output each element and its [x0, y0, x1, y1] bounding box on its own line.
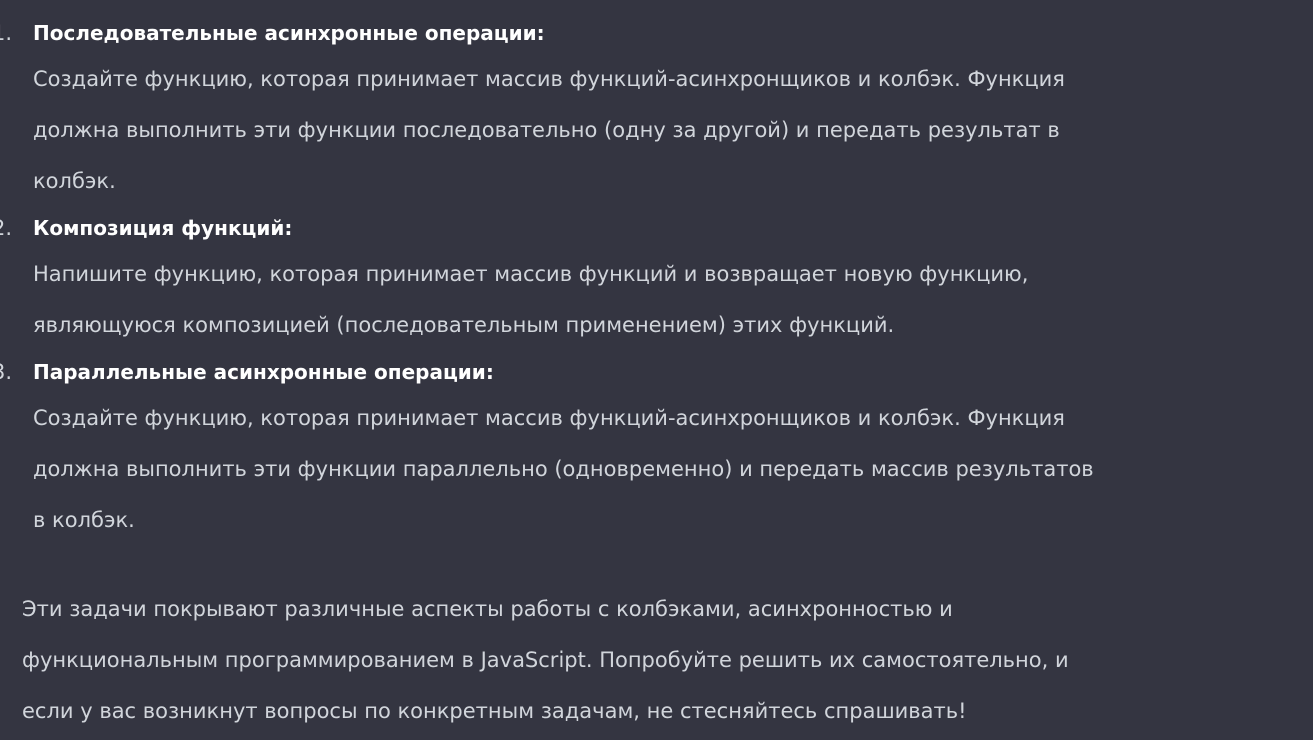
summary-line: функциональным программированием в JavaS…: [22, 648, 1069, 672]
list-item: 1. Последовательные асинхронные операции…: [0, 12, 1300, 207]
item-number: 3.: [0, 360, 13, 384]
item-description: Напишите функцию, которая принимает масс…: [33, 249, 1300, 351]
description-line: колбэк.: [33, 169, 116, 193]
description-line: Создайте функцию, которая принимает масс…: [33, 67, 1065, 91]
list-item: 2. Композиция функций: Напишите функцию,…: [0, 207, 1300, 351]
list-item: 3. Параллельные асинхронные операции: Со…: [0, 351, 1300, 546]
description-line: в колбэк.: [33, 508, 135, 532]
item-number: 2.: [0, 216, 13, 240]
item-description: Создайте функцию, которая принимает масс…: [33, 393, 1300, 546]
description-line: являющуюся композицией (последовательным…: [33, 313, 895, 337]
description-line: должна выполнить эти функции последовате…: [33, 118, 1060, 142]
description-line: должна выполнить эти функции параллельно…: [33, 457, 1094, 481]
item-number: 1.: [0, 21, 13, 45]
description-line: Напишите функцию, которая принимает масс…: [33, 262, 1029, 286]
summary-paragraph: Эти задачи покрывают различные аспекты р…: [22, 584, 1069, 737]
description-line: Создайте функцию, которая принимает масс…: [33, 406, 1065, 430]
item-title: Последовательные асинхронные операции:: [33, 21, 545, 45]
item-title: Параллельные асинхронные операции:: [33, 360, 494, 384]
chat-message: 1. Последовательные асинхронные операции…: [0, 0, 1313, 740]
task-list: 1. Последовательные асинхронные операции…: [0, 12, 1300, 546]
item-description: Создайте функцию, которая принимает масс…: [33, 54, 1300, 207]
item-title: Композиция функций:: [33, 216, 293, 240]
summary-line: если у вас возникнут вопросы по конкретн…: [22, 699, 967, 723]
summary-line: Эти задачи покрывают различные аспекты р…: [22, 597, 953, 621]
